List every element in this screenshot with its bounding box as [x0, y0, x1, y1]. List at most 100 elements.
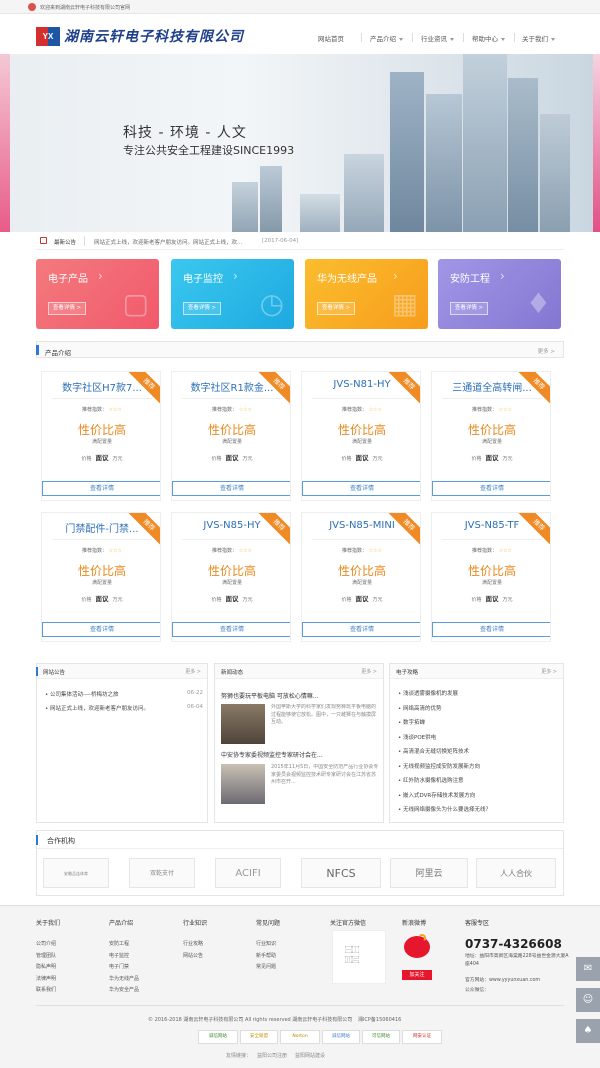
- view-details-button[interactable]: 查看详情 >: [450, 302, 488, 315]
- product-name[interactable]: JVS-N85-MINI: [302, 520, 420, 531]
- category-card-monitoring[interactable]: 电子监控 › ◷ 查看详情 >: [171, 259, 294, 329]
- product-name[interactable]: 数字社区H7款7...: [42, 379, 160, 394]
- product-name[interactable]: 门禁配件-门禁...: [42, 520, 160, 535]
- trust-badge[interactable]: 可信网站: [362, 1030, 400, 1044]
- partner-logo[interactable]: 双乾支付: [129, 858, 195, 888]
- guide-item[interactable]: • 网络高清的优势: [398, 704, 442, 712]
- footer-link[interactable]: 公司介绍: [36, 940, 56, 947]
- nav-home[interactable]: 网站首页: [318, 33, 344, 43]
- partner-logo[interactable]: ACIFI: [215, 858, 281, 888]
- footer-link[interactable]: 电子监控: [109, 952, 129, 959]
- trust-badge[interactable]: 诚信网站: [322, 1030, 360, 1044]
- weibo-follow-button[interactable]: 加关注: [402, 970, 432, 980]
- product-name[interactable]: JVS-N85-HY: [172, 520, 290, 531]
- product-card[interactable]: 推荐 JVS-N85-TF 推荐指数： ☆☆☆ 性价比高 满配置量 价格 面议 万元 查看详情: [431, 512, 551, 642]
- footer-link[interactable]: 华为安全产品: [109, 986, 139, 993]
- nav-help[interactable]: 帮助中心: [472, 33, 505, 43]
- view-details-button[interactable]: 查看详情: [172, 622, 290, 637]
- view-details-button[interactable]: 查看详情 >: [317, 302, 355, 315]
- footer-link[interactable]: 行业知识: [256, 940, 276, 947]
- product-card[interactable]: 推荐 数字社区R1款金... 推荐指数： ☆☆☆ 性价比高 满配置量 价格 面议 万元 查看详情: [171, 371, 291, 501]
- product-card[interactable]: 推荐 JVS-N81-HY 推荐指数： ☆☆☆ 性价比高 满配置量 价格 面议 万元 查看详情: [301, 371, 421, 501]
- view-details-button[interactable]: 查看详情 >: [183, 302, 221, 315]
- chat-icon[interactable]: ✉: [576, 957, 600, 981]
- announcement-item[interactable]: • 网站正式上线，欢迎新老客户朋友访问。 06-04: [45, 704, 203, 712]
- trust-badge[interactable]: 诚信网站: [198, 1030, 238, 1044]
- footer-link[interactable]: 新手帮助: [256, 952, 276, 959]
- partner-logo[interactable]: 安徽品连体育: [43, 858, 109, 888]
- footer-link[interactable]: 电子门禁: [109, 963, 129, 970]
- chevron-down-icon: [399, 37, 403, 41]
- partner-logo[interactable]: 人人合伙: [476, 858, 556, 888]
- hero-banner[interactable]: [0, 54, 600, 232]
- view-details-button[interactable]: 查看详情: [432, 622, 550, 637]
- news-title[interactable]: 中安协专家委视频监控专家研讨会在...: [221, 750, 323, 759]
- view-details-button[interactable]: 查看详情: [432, 481, 550, 496]
- footer-link[interactable]: 管理团队: [36, 952, 56, 959]
- news-thumbnail[interactable]: [221, 764, 265, 804]
- trust-badge[interactable]: 安全联盟: [240, 1030, 278, 1044]
- product-name[interactable]: 三通道全高转闸...: [432, 379, 550, 394]
- divider: [52, 398, 152, 399]
- trust-badge[interactable]: 网安认证: [402, 1030, 442, 1044]
- news-title[interactable]: 努狮也要玩平板电脑 可放松心情嘛...: [221, 691, 319, 700]
- footer-link[interactable]: 隐私声明: [36, 963, 56, 970]
- guide-item[interactable]: • 浅谈透雾摄像机的发展: [398, 689, 458, 697]
- nav-products[interactable]: 产品介绍: [370, 33, 403, 43]
- guide-item[interactable]: • 红外防水摄像机选购注意: [398, 776, 464, 784]
- footer-link[interactable]: 网站公告: [183, 952, 203, 959]
- product-card[interactable]: 推荐 JVS-N85-MINI 推荐指数： ☆☆☆ 性价比高 满配置量 价格 面议 万元 查看详…: [301, 512, 421, 642]
- view-details-button[interactable]: 查看详情: [172, 481, 290, 496]
- footer-link[interactable]: 行业攻略: [183, 940, 203, 947]
- guide-item[interactable]: • 高清混合无缝切换矩阵技术: [398, 747, 469, 755]
- nav-about-label: 关于我们: [522, 35, 548, 43]
- footer-link[interactable]: 联系我们: [36, 986, 56, 993]
- logo-company-name[interactable]: 湖南云轩电子科技有限公司: [64, 26, 244, 46]
- product-card[interactable]: 推荐 数字社区H7款7... 推荐指数： ☆☆☆ 性价比高 满配置量 价格 面议 万元 查看详情: [41, 371, 161, 501]
- announcement-item[interactable]: • 公司集体活动----桥梅坊之旅 06-22: [45, 690, 203, 698]
- view-details-button[interactable]: 查看详情: [302, 622, 420, 637]
- footer-link[interactable]: 华为无线产品: [109, 975, 139, 982]
- product-name[interactable]: 数字社区R1款金...: [172, 379, 290, 394]
- more-link[interactable]: 更多 >: [541, 668, 557, 675]
- footer-link[interactable]: 安防工程: [109, 940, 129, 947]
- product-name[interactable]: JVS-N81-HY: [302, 379, 420, 390]
- more-link[interactable]: 更多 >: [538, 347, 555, 355]
- guide-item[interactable]: • 数字拓蝉: [398, 718, 425, 726]
- friend-link[interactable]: 益阳网站建设: [295, 1053, 325, 1059]
- qq-icon[interactable]: ♠: [576, 1019, 600, 1043]
- more-link[interactable]: 更多 >: [361, 668, 377, 675]
- footer-link[interactable]: 常见问题: [256, 963, 276, 970]
- friend-link[interactable]: 益阳公司注册: [257, 1053, 287, 1059]
- official-site-link[interactable]: 官方网站：www.yyyunxuan.com: [465, 976, 540, 983]
- guide-item[interactable]: • 无线视频监控成安防发展新方向: [398, 762, 480, 770]
- guide-item[interactable]: • 浅谈POE供电: [398, 733, 436, 741]
- category-title: 华为无线产品: [317, 274, 377, 285]
- view-details-button[interactable]: 查看详情 >: [48, 302, 86, 315]
- view-details-button[interactable]: 查看详情: [42, 622, 160, 637]
- nav-about[interactable]: 关于我们: [522, 33, 555, 43]
- footer-link[interactable]: 法律声明: [36, 975, 56, 982]
- partner-logo[interactable]: NFCS: [301, 858, 381, 888]
- nav-news[interactable]: 行业资讯: [421, 33, 454, 43]
- news-thumbnail[interactable]: [221, 704, 265, 744]
- weibo-icon[interactable]: [404, 936, 430, 958]
- view-details-button[interactable]: 查看详情: [302, 481, 420, 496]
- divider: [442, 539, 542, 540]
- category-card-security-engineering[interactable]: 安防工程 › ♦ 查看详情 >: [438, 259, 561, 329]
- notice-text[interactable]: 网站正式上线，欢迎新老客户朋友访问。网站正式上线，欢...: [94, 238, 242, 246]
- wechat-icon[interactable]: ☺: [576, 988, 600, 1012]
- product-card[interactable]: 推荐 JVS-N85-HY 推荐指数： ☆☆☆ 性价比高 满配置量 价格 面议 万元 查看详情: [171, 512, 291, 642]
- more-link[interactable]: 更多 >: [185, 668, 201, 675]
- guide-item[interactable]: • 嵌入式DVR存储技术发展方向: [398, 791, 475, 799]
- category-card-huawei-wireless[interactable]: 华为无线产品 › ▦ 查看详情 >: [305, 259, 428, 329]
- partner-logo[interactable]: 阿里云: [390, 858, 468, 888]
- product-card[interactable]: 推荐 门禁配件-门禁... 推荐指数： ☆☆☆ 性价比高 满配置量 价格 面议 万元 查看详情: [41, 512, 161, 642]
- product-card[interactable]: 推荐 三通道全高转闸... 推荐指数： ☆☆☆ 性价比高 满配置量 价格 面议 万元 查看详情: [431, 371, 551, 501]
- category-card-electronics[interactable]: 电子产品 › ▢ 查看详情 >: [36, 259, 159, 329]
- guide-item[interactable]: • 无线网络摄像头为什么要选择无线？: [398, 805, 491, 813]
- view-details-button[interactable]: 查看详情: [42, 481, 160, 496]
- logo-mark[interactable]: YX: [36, 27, 60, 46]
- product-name[interactable]: JVS-N85-TF: [432, 520, 550, 531]
- trust-badge[interactable]: Norton: [280, 1030, 320, 1044]
